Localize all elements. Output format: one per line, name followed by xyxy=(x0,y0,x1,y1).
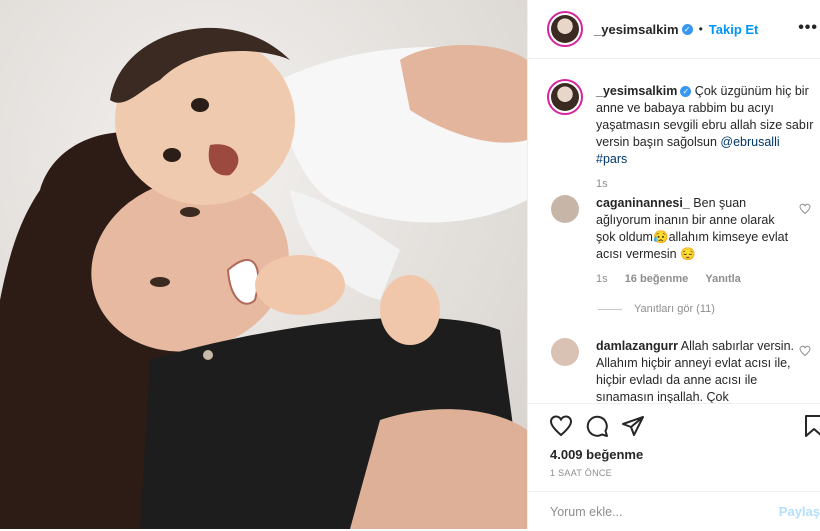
like-heart-icon[interactable] xyxy=(549,414,573,438)
commenter-avatar[interactable] xyxy=(551,195,579,223)
verified-badge-icon: ✓ xyxy=(680,86,692,98)
view-replies-label: Yanıtları gör (11) xyxy=(634,303,715,315)
commenter-avatar[interactable] xyxy=(551,338,579,366)
sad-emoji-icon: 😥 xyxy=(652,230,669,244)
caption-username[interactable]: _yesimsalkim xyxy=(596,84,677,98)
hashtag-link[interactable]: #pars xyxy=(596,152,627,166)
comment-time: 1s xyxy=(596,273,608,285)
comment-like-heart-icon[interactable] xyxy=(799,345,811,357)
post-comment-button[interactable]: Paylaş xyxy=(779,504,820,519)
post-actions: 4.009 beğenme 1 SAAT ÖNCE Yorum ekle... … xyxy=(528,403,820,530)
post-header: _yesimsalkim ✓ • Takip Et ••• xyxy=(528,0,820,59)
comments-list: _yesimsalkim ✓ Çok üzgünüm hiç bir anne v… xyxy=(528,59,820,403)
add-comment-bar: Yorum ekle... Paylaş xyxy=(528,491,820,531)
separator-dot: • xyxy=(698,22,703,36)
share-paper-plane-icon[interactable] xyxy=(621,414,645,438)
comment-item: caganinannesi_ Ben şuan ağlıyorum inanın… xyxy=(596,195,796,285)
comment-username[interactable]: damlazangurr xyxy=(596,339,678,353)
post-panel: _yesimsalkim ✓ • Takip Et ••• _yesimsalk… xyxy=(527,0,820,529)
save-bookmark-icon[interactable] xyxy=(802,414,820,438)
comment-item: damlazangurr Allah sabırlar versin. Alla… xyxy=(596,338,796,403)
replies-divider xyxy=(598,308,622,310)
follow-button[interactable]: Takip Et xyxy=(709,22,759,37)
comment-meta: 1s 16 beğenme Yanıtla xyxy=(596,273,796,285)
like-count[interactable]: 4.009 beğenme xyxy=(550,447,643,462)
more-options-icon[interactable]: ••• xyxy=(798,19,818,37)
mention-link[interactable]: @ebrusalli xyxy=(720,135,779,149)
reply-button[interactable]: Yanıtla xyxy=(705,273,740,285)
caption-avatar[interactable] xyxy=(547,79,583,115)
pensive-emoji-icon: 😔 xyxy=(680,247,696,261)
photo-illustration xyxy=(0,0,527,529)
author-username[interactable]: _yesimsalkim xyxy=(594,22,679,37)
comment-like-heart-icon[interactable] xyxy=(799,203,811,215)
comment-bubble-icon[interactable] xyxy=(585,414,609,438)
comment-likes[interactable]: 16 beğenme xyxy=(625,273,689,285)
comment-username[interactable]: caganinannesi_ xyxy=(596,196,690,210)
view-replies-button[interactable]: Yanıtları gör (11) xyxy=(598,303,715,315)
caption: _yesimsalkim ✓ Çok üzgünüm hiç bir anne v… xyxy=(596,83,814,190)
post-photo[interactable] xyxy=(0,0,527,529)
caption-time: 1s xyxy=(596,178,608,190)
posted-time: 1 SAAT ÖNCE xyxy=(550,468,612,478)
comment-input[interactable]: Yorum ekle... xyxy=(550,505,623,519)
author-avatar[interactable] xyxy=(547,11,583,47)
verified-badge-icon: ✓ xyxy=(681,23,693,35)
